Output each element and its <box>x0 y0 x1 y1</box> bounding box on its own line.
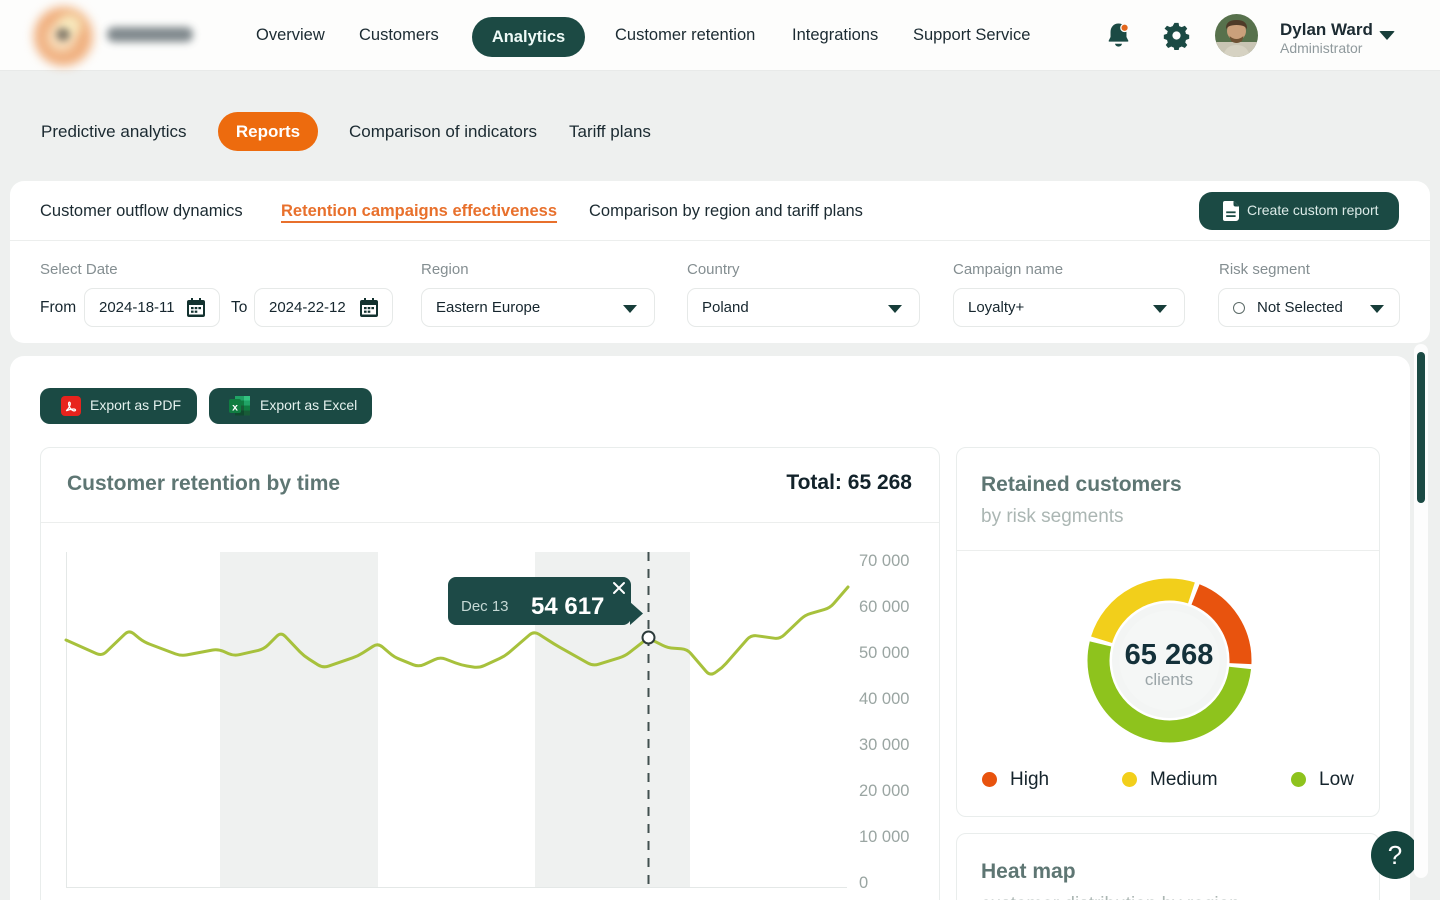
svg-text:x: x <box>232 402 238 414</box>
svg-text:50 000: 50 000 <box>859 644 909 662</box>
svg-text:70 000: 70 000 <box>859 552 909 570</box>
svg-text:Dec 13: Dec 13 <box>461 598 509 615</box>
svg-text:10 000: 10 000 <box>859 828 909 846</box>
svg-text:60 000: 60 000 <box>859 598 909 616</box>
svg-text:0: 0 <box>859 874 868 892</box>
svg-text:40 000: 40 000 <box>859 690 909 708</box>
svg-text:54 617: 54 617 <box>531 593 604 620</box>
svg-text:20 000: 20 000 <box>859 782 909 800</box>
svg-text:30 000: 30 000 <box>859 736 909 754</box>
